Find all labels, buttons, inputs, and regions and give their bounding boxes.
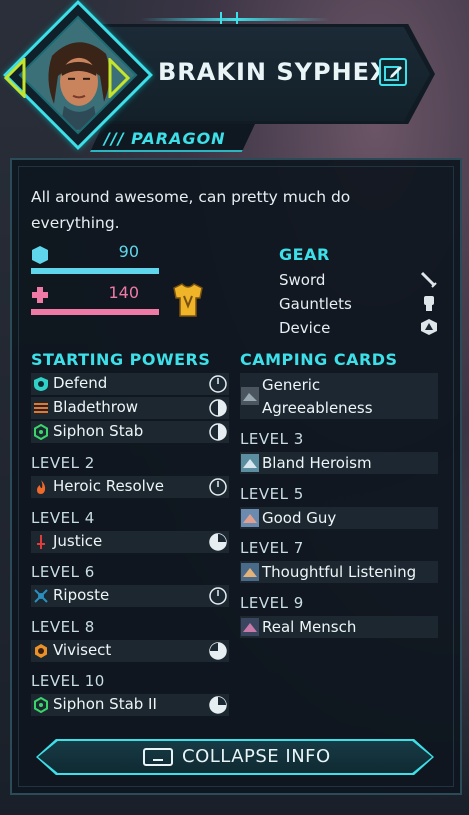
edit-name-icon[interactable] <box>379 58 407 86</box>
top-accent-mark <box>220 12 238 26</box>
armor-type-icon <box>173 283 203 317</box>
card-thumbnail <box>241 618 259 636</box>
action-cost-half-icon <box>209 423 227 441</box>
starting-powers-title: STARTING POWERS <box>31 350 211 369</box>
power-label: Riposte <box>53 586 110 604</box>
next-character-arrow-icon[interactable] <box>108 58 130 98</box>
power-row[interactable]: Defend <box>31 373 229 395</box>
level-title: LEVEL 10 <box>31 672 105 690</box>
power-row[interactable]: Justice <box>31 531 229 553</box>
flame-icon <box>37 480 46 494</box>
action-cost-full-icon <box>209 478 227 496</box>
card-label-line2: Agreeableness <box>262 399 373 417</box>
gauntlet-icon <box>424 296 434 311</box>
riposte-icon <box>34 589 48 603</box>
gear-item-sword: Sword <box>279 271 326 289</box>
action-cost-quarter-icon <box>209 533 227 551</box>
sword-icon <box>420 271 437 288</box>
action-cost-full-icon <box>209 587 227 605</box>
health-value: 140 <box>108 283 139 302</box>
level-title: LEVEL 2 <box>31 454 95 472</box>
card-label-line1: Generic <box>262 376 321 394</box>
hex-icon <box>34 424 48 440</box>
power-label: Justice <box>53 532 103 550</box>
action-cost-half-icon <box>209 399 227 417</box>
camping-cards-title: CAMPING CARDS <box>240 350 398 369</box>
card-label: Good Guy <box>262 509 337 527</box>
action-cost-quarter-icon <box>209 696 227 714</box>
level-title: LEVEL 4 <box>31 509 95 527</box>
action-cost-full-icon <box>209 375 227 393</box>
armor-hex-icon <box>32 246 48 264</box>
collapse-icon <box>143 748 173 766</box>
shield-icon <box>34 377 48 391</box>
power-row[interactable]: Riposte <box>31 585 229 607</box>
level-title: LEVEL 8 <box>31 618 95 636</box>
power-row[interactable]: Heroic Resolve <box>31 476 229 498</box>
armor-bar <box>31 268 159 274</box>
power-row[interactable]: Siphon Stab II <box>31 694 229 716</box>
card-thumbnail <box>241 563 259 581</box>
card-thumbnail <box>241 387 259 405</box>
power-label: Siphon Stab <box>53 422 144 440</box>
camping-card-row[interactable]: Bland Heroism <box>240 452 438 474</box>
power-label: Defend <box>53 374 108 392</box>
power-label: Heroic Resolve <box>53 477 164 495</box>
power-label: Vivisect <box>53 641 112 659</box>
character-name: BRAKIN SYPHEX <box>158 58 390 86</box>
gear-title: GEAR <box>279 245 330 264</box>
vivisect-icon <box>35 644 47 658</box>
level-title: LEVEL 7 <box>240 539 304 557</box>
power-row[interactable]: Siphon Stab <box>31 421 229 443</box>
collapse-info-label: COLLAPSE INFO <box>182 746 331 767</box>
card-thumbnail <box>241 509 259 527</box>
camping-card-row[interactable]: Thoughtful Listening <box>240 561 438 583</box>
level-title: LEVEL 6 <box>31 563 95 581</box>
level-title: LEVEL 5 <box>240 485 304 503</box>
camping-card-row[interactable]: Good Guy <box>240 507 438 529</box>
power-label: Siphon Stab II <box>53 695 157 713</box>
character-description: All around awesome, can pretty much do e… <box>31 188 351 232</box>
camping-card-row[interactable]: Real Mensch <box>240 616 438 638</box>
health-cross-icon <box>32 287 48 303</box>
device-icon <box>421 319 437 335</box>
camping-card-row[interactable]: Generic Agreeableness <box>240 373 438 419</box>
gear-item-gauntlets: Gauntlets <box>279 295 352 313</box>
level-title: LEVEL 9 <box>240 594 304 612</box>
power-label: Bladethrow <box>53 398 139 416</box>
sword-red-icon <box>37 535 45 549</box>
level-title: LEVEL 3 <box>240 430 304 448</box>
action-cost-threequarter-icon <box>209 642 227 660</box>
health-bar <box>31 309 159 315</box>
armor-value: 90 <box>118 242 139 261</box>
card-label: Bland Heroism <box>262 454 372 472</box>
power-row[interactable]: Bladethrow <box>31 397 229 419</box>
previous-character-arrow-icon[interactable] <box>4 58 26 98</box>
card-label: Thoughtful Listening <box>262 563 417 581</box>
blades-icon <box>34 403 48 413</box>
class-label: /// PARAGON <box>104 129 226 148</box>
hex-icon <box>34 697 48 713</box>
power-row[interactable]: Vivisect <box>31 640 229 662</box>
card-label: Real Mensch <box>262 618 357 636</box>
card-thumbnail <box>241 454 259 472</box>
gear-item-device: Device <box>279 319 331 337</box>
